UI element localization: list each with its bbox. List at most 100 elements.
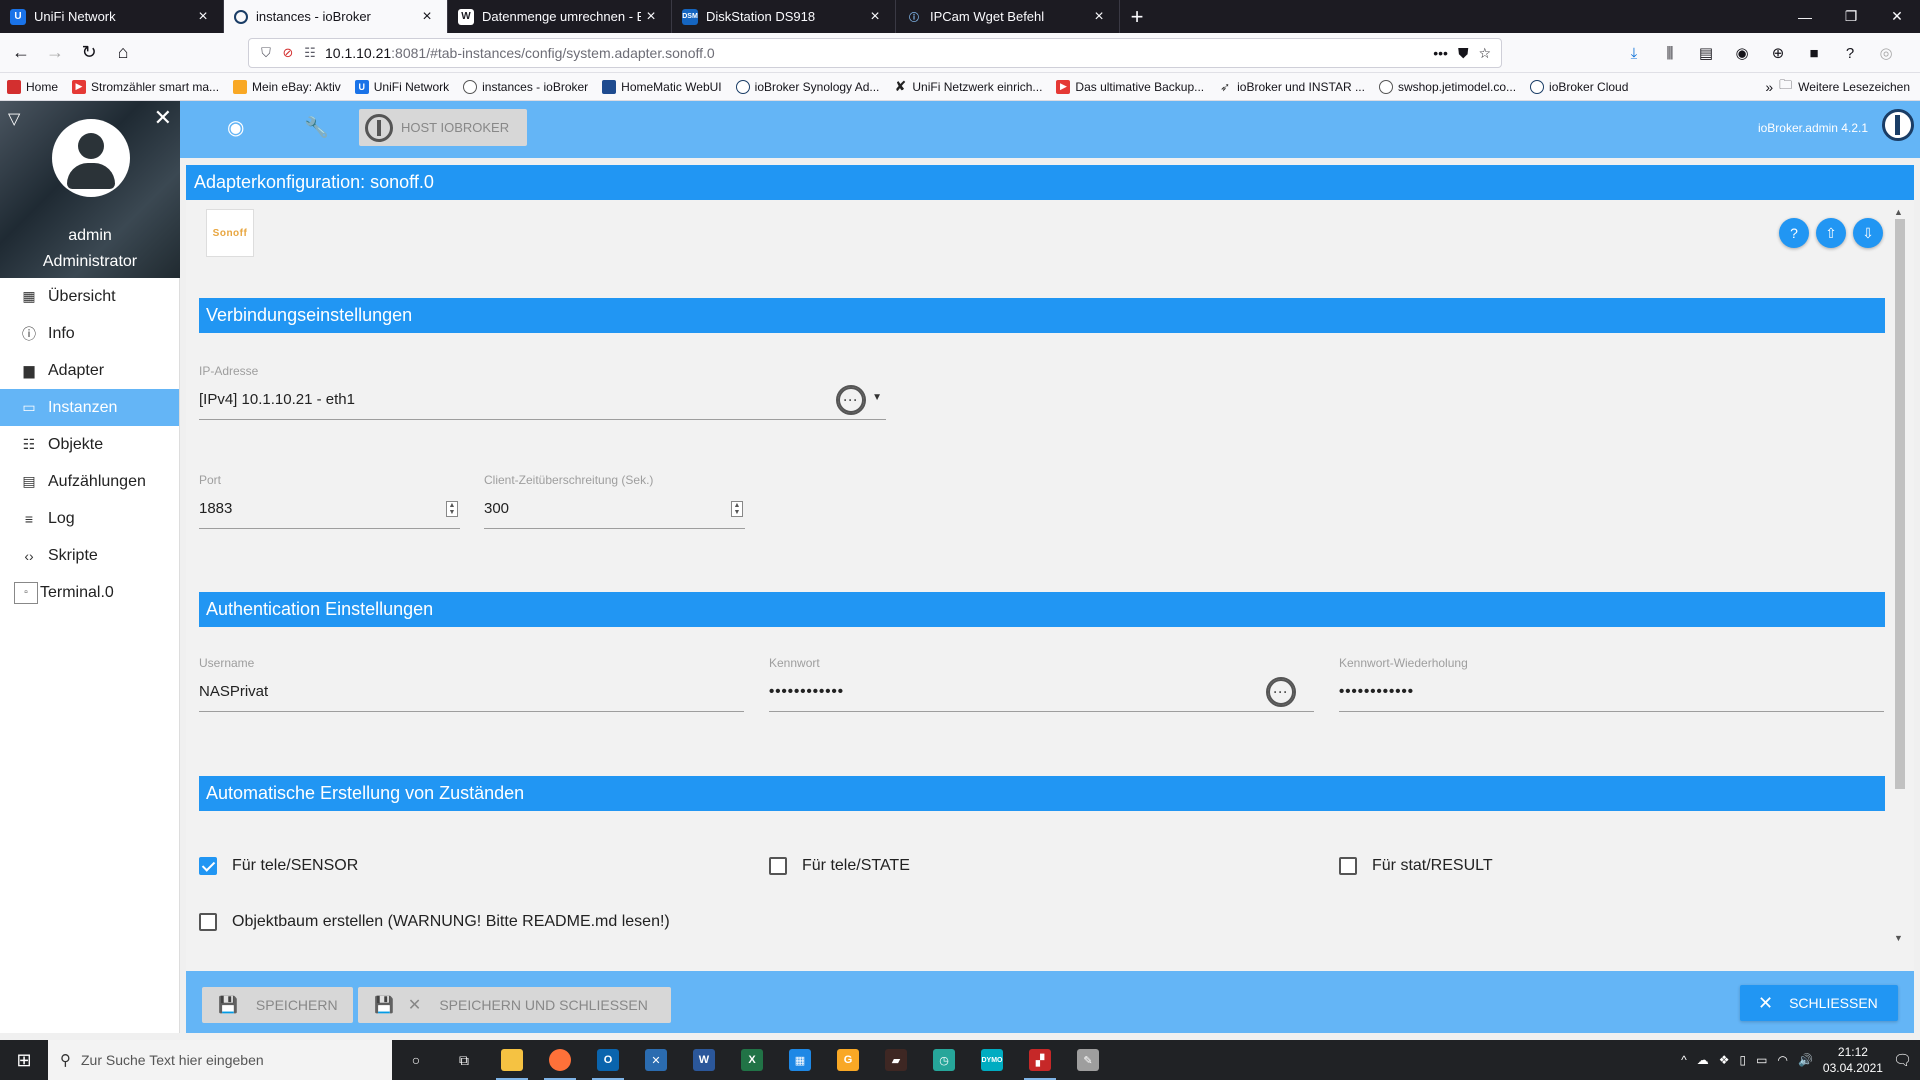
app-icon[interactable]: ✕	[632, 1040, 680, 1080]
close-window-icon[interactable]: ✕	[1874, 0, 1920, 33]
bookmark-star-icon[interactable]: ☆	[1478, 45, 1491, 62]
app-gray-icon[interactable]: ✎	[1064, 1040, 1112, 1080]
word-icon[interactable]: W	[680, 1040, 728, 1080]
home-icon[interactable]: ⌂	[106, 36, 140, 70]
extension-icon[interactable]: ■	[1800, 45, 1828, 62]
download-icon[interactable]: ⤓	[1620, 45, 1648, 62]
close-drawer-icon[interactable]: ✕	[154, 105, 172, 131]
timeout-stepper[interactable]: ▲ ▼	[731, 501, 743, 517]
pocket-icon[interactable]: ⛊	[1458, 45, 1469, 62]
download-icon[interactable]: ⇩	[1853, 218, 1883, 248]
dropbox-icon[interactable]: ❖	[1719, 1053, 1730, 1067]
port-input[interactable]: 1883 ▲ ▼	[199, 489, 460, 529]
sidebar-item-info[interactable]: ⓘ Info	[0, 315, 179, 352]
chevron-more-icon[interactable]: »	[1765, 79, 1773, 95]
show-password-icon[interactable]: ···	[1266, 677, 1296, 707]
dialog-scrollbar[interactable]: ▲ ▼	[1894, 207, 1906, 943]
reload-icon[interactable]: ↻	[72, 36, 106, 70]
checkbox-tele-sensor[interactable]: Für tele/SENSOR	[199, 857, 358, 875]
upload-icon[interactable]: ⇧	[1816, 218, 1846, 248]
bookmark-item[interactable]: swshop.jetimodel.co...	[1372, 79, 1523, 94]
checkbox-checked[interactable]	[199, 857, 217, 875]
eye-icon[interactable]: ◉	[227, 115, 244, 140]
close-tab-icon[interactable]: ×	[417, 8, 437, 26]
battery-icon[interactable]: ▭	[1756, 1053, 1767, 1067]
help-icon[interactable]: ?	[1779, 218, 1809, 248]
close-tab-icon[interactable]: ×	[1089, 8, 1109, 26]
port-stepper[interactable]: ▲ ▼	[446, 501, 458, 517]
minimize-icon[interactable]: —	[1782, 0, 1828, 33]
forward-icon[interactable]: →	[38, 36, 72, 70]
permissions-icon[interactable]: ☷	[299, 45, 321, 61]
restore-icon[interactable]: ❐	[1828, 0, 1874, 33]
sidebar-toggle-icon[interactable]: ▤	[1692, 44, 1720, 62]
save-close-button[interactable]: 💾 ✕ SPEICHERN UND SCHLIESSEN	[358, 987, 671, 1023]
bookmark-item[interactable]: HomeMatic WebUI	[595, 79, 728, 94]
sidebar-item-terminal[interactable]: ▫ Terminal.0	[0, 574, 179, 611]
url-bar[interactable]: ⛉ ⊘ ☷ 10.1.10.21 :8081/#tab-instances/co…	[248, 38, 1502, 68]
insecure-lock-icon[interactable]: ⊘	[277, 45, 299, 61]
chevron-down-icon[interactable]: ▼	[872, 392, 882, 403]
outlook-icon[interactable]: O	[584, 1040, 632, 1080]
wrench-icon[interactable]: 🔧	[304, 115, 329, 140]
app-teal2-icon[interactable]: DYMO	[968, 1040, 1016, 1080]
extension-circle-icon[interactable]: ◎	[1872, 44, 1900, 62]
close-tab-icon[interactable]: ×	[193, 8, 213, 26]
bookmark-item[interactable]: ioBroker Cloud	[1523, 79, 1635, 94]
bookmark-item[interactable]: instances - ioBroker	[456, 79, 595, 94]
clock[interactable]: 21:12 03.04.2021	[1823, 1044, 1883, 1076]
cortana-icon[interactable]: ○	[392, 1040, 440, 1080]
checkbox-tele-state[interactable]: Für tele/STATE	[769, 857, 910, 875]
sidebar-item-scripts[interactable]: ‹› Skripte	[0, 537, 179, 574]
save-button[interactable]: 💾 SPEICHERN	[202, 987, 353, 1023]
close-tab-icon[interactable]: ×	[641, 8, 661, 26]
ip-select[interactable]: [IPv4] 10.1.10.21 - eth1 ··· ▼	[199, 380, 886, 420]
sidebar-item-log[interactable]: ≡ Log	[0, 500, 179, 537]
library-icon[interactable]: ⫼	[1656, 45, 1684, 62]
excel-icon[interactable]: X	[728, 1040, 776, 1080]
browser-tab-diskstation[interactable]: DSM DiskStation DS918 ×	[672, 0, 896, 33]
checkbox-unchecked[interactable]	[199, 913, 217, 931]
browser-tab-ipcam[interactable]: ⓘ IPCam Wget Befehl ×	[896, 0, 1120, 33]
taskbar-search-input[interactable]: ⚲ Zur Suche Text hier eingeben	[48, 1040, 392, 1080]
sidebar-item-objects[interactable]: ☷ Objekte	[0, 426, 179, 463]
checkbox-unchecked[interactable]	[1339, 857, 1357, 875]
shield-icon[interactable]: ⛉	[255, 45, 277, 61]
password-input[interactable]: •••••••••••• ···	[769, 672, 1314, 712]
browser-tab-iobroker[interactable]: instances - ioBroker ×	[224, 0, 448, 33]
scroll-down-icon[interactable]: ▼	[1894, 933, 1903, 943]
sidebar-item-adapter[interactable]: ▆ Adapter	[0, 352, 179, 389]
app-teal-icon[interactable]: ◷	[920, 1040, 968, 1080]
timeout-input[interactable]: 300 ▲ ▼	[484, 489, 745, 529]
notification-icon[interactable]: 🗨	[1893, 1051, 1912, 1069]
password-repeat-input[interactable]: ••••••••••••	[1339, 672, 1884, 712]
usb-icon[interactable]: ▯	[1740, 1053, 1747, 1067]
bookmark-item[interactable]: Mein eBay: Aktiv	[226, 79, 348, 94]
username-input[interactable]: NASPrivat	[199, 672, 744, 712]
volume-icon[interactable]: 🔊	[1798, 1053, 1813, 1067]
back-icon[interactable]: ←	[4, 36, 38, 70]
checkbox-stat-result[interactable]: Für stat/RESULT	[1339, 857, 1493, 875]
more-actions-icon[interactable]: •••	[1433, 45, 1448, 62]
browser-tab-datenmenge[interactable]: W Datenmenge umrechnen - Bit, ×	[448, 0, 672, 33]
file-explorer-icon[interactable]	[488, 1040, 536, 1080]
bookmark-item[interactable]: ▶ Stromzähler smart ma...	[65, 79, 226, 94]
bookmark-item[interactable]: ✘ UniFi Netzwerk einrich...	[886, 78, 1049, 94]
windows-start-icon[interactable]: ⊞	[0, 1040, 48, 1080]
other-bookmarks[interactable]: Weitere Lesezeichen	[1798, 80, 1910, 94]
app-dark-icon[interactable]: ▰	[872, 1040, 920, 1080]
bookmark-item[interactable]: ioBroker Synology Ad...	[729, 79, 887, 94]
scrollbar-thumb[interactable]	[1895, 219, 1905, 789]
bookmark-item[interactable]: ➶ ioBroker und INSTAR ...	[1211, 80, 1372, 94]
sidebar-item-overview[interactable]: ▦ Übersicht	[0, 278, 179, 315]
app-orange-icon[interactable]: G	[824, 1040, 872, 1080]
checkbox-object-tree[interactable]: Objektbaum erstellen (WARNUNG! Bitte REA…	[199, 913, 670, 931]
bookmark-item[interactable]: Home	[0, 79, 65, 94]
iobroker-logo-icon[interactable]	[1882, 109, 1914, 141]
app-red-icon[interactable]: ▞	[1016, 1040, 1064, 1080]
calculator-icon[interactable]: ▦	[776, 1040, 824, 1080]
new-tab-button[interactable]: +	[1120, 0, 1154, 33]
sidebar-item-instances[interactable]: ▭ Instanzen	[0, 389, 179, 426]
scroll-up-icon[interactable]: ▲	[1894, 207, 1903, 217]
host-button[interactable]: HOST IOBROKER	[359, 109, 527, 146]
